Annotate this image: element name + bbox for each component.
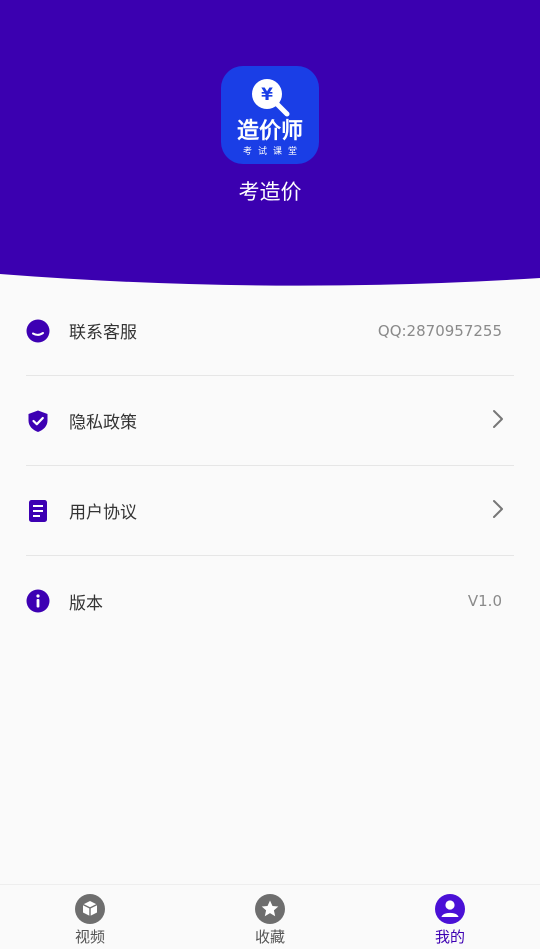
tab-label: 我的: [434, 928, 465, 946]
tab-label: 视频: [74, 928, 105, 946]
logo-name: 造价师: [236, 119, 303, 144]
version-value: V1.0: [467, 592, 502, 610]
info-icon: [26, 589, 50, 613]
user-icon: [435, 894, 465, 924]
profile-header: ¥ 造价师 考试课堂 考造价: [0, 0, 540, 290]
menu-item-label: 用户协议: [69, 503, 137, 523]
tab-favorites[interactable]: 收藏: [180, 885, 360, 949]
cube-icon: [75, 894, 105, 924]
menu-list: 联系客服 QQ:2870957255 隐私政策 用户协议 版本 V1.0: [0, 286, 540, 646]
star-icon: [255, 894, 285, 924]
document-icon: [26, 499, 50, 523]
tab-label: 收藏: [254, 928, 285, 946]
tab-mine[interactable]: 我的: [360, 885, 540, 949]
logo-subtitle: 考试课堂: [242, 147, 303, 157]
menu-item-label: 联系客服: [69, 323, 137, 343]
menu-item-label: 隐私政策: [69, 413, 137, 433]
chat-bubble-icon: [26, 319, 50, 343]
menu-item-label: 版本: [69, 593, 103, 614]
menu-item-contact-service[interactable]: 联系客服 QQ:2870957255: [26, 286, 514, 376]
tab-video[interactable]: 视频: [0, 885, 180, 949]
menu-item-user-agreement[interactable]: 用户协议: [26, 466, 514, 556]
contact-qq-value: QQ:2870957255: [377, 321, 502, 340]
chevron-right-icon: [493, 410, 503, 428]
bottom-tab-bar: 视频 收藏 我的: [0, 884, 540, 949]
app-name: 考造价: [238, 180, 302, 204]
shield-check-icon: [26, 409, 50, 433]
menu-item-version[interactable]: 版本 V1.0: [26, 556, 514, 646]
logo-currency-symbol: ¥: [261, 85, 273, 105]
chevron-right-icon: [493, 500, 503, 518]
menu-item-privacy-policy[interactable]: 隐私政策: [26, 376, 514, 466]
app-logo: ¥ 造价师 考试课堂: [221, 66, 319, 164]
